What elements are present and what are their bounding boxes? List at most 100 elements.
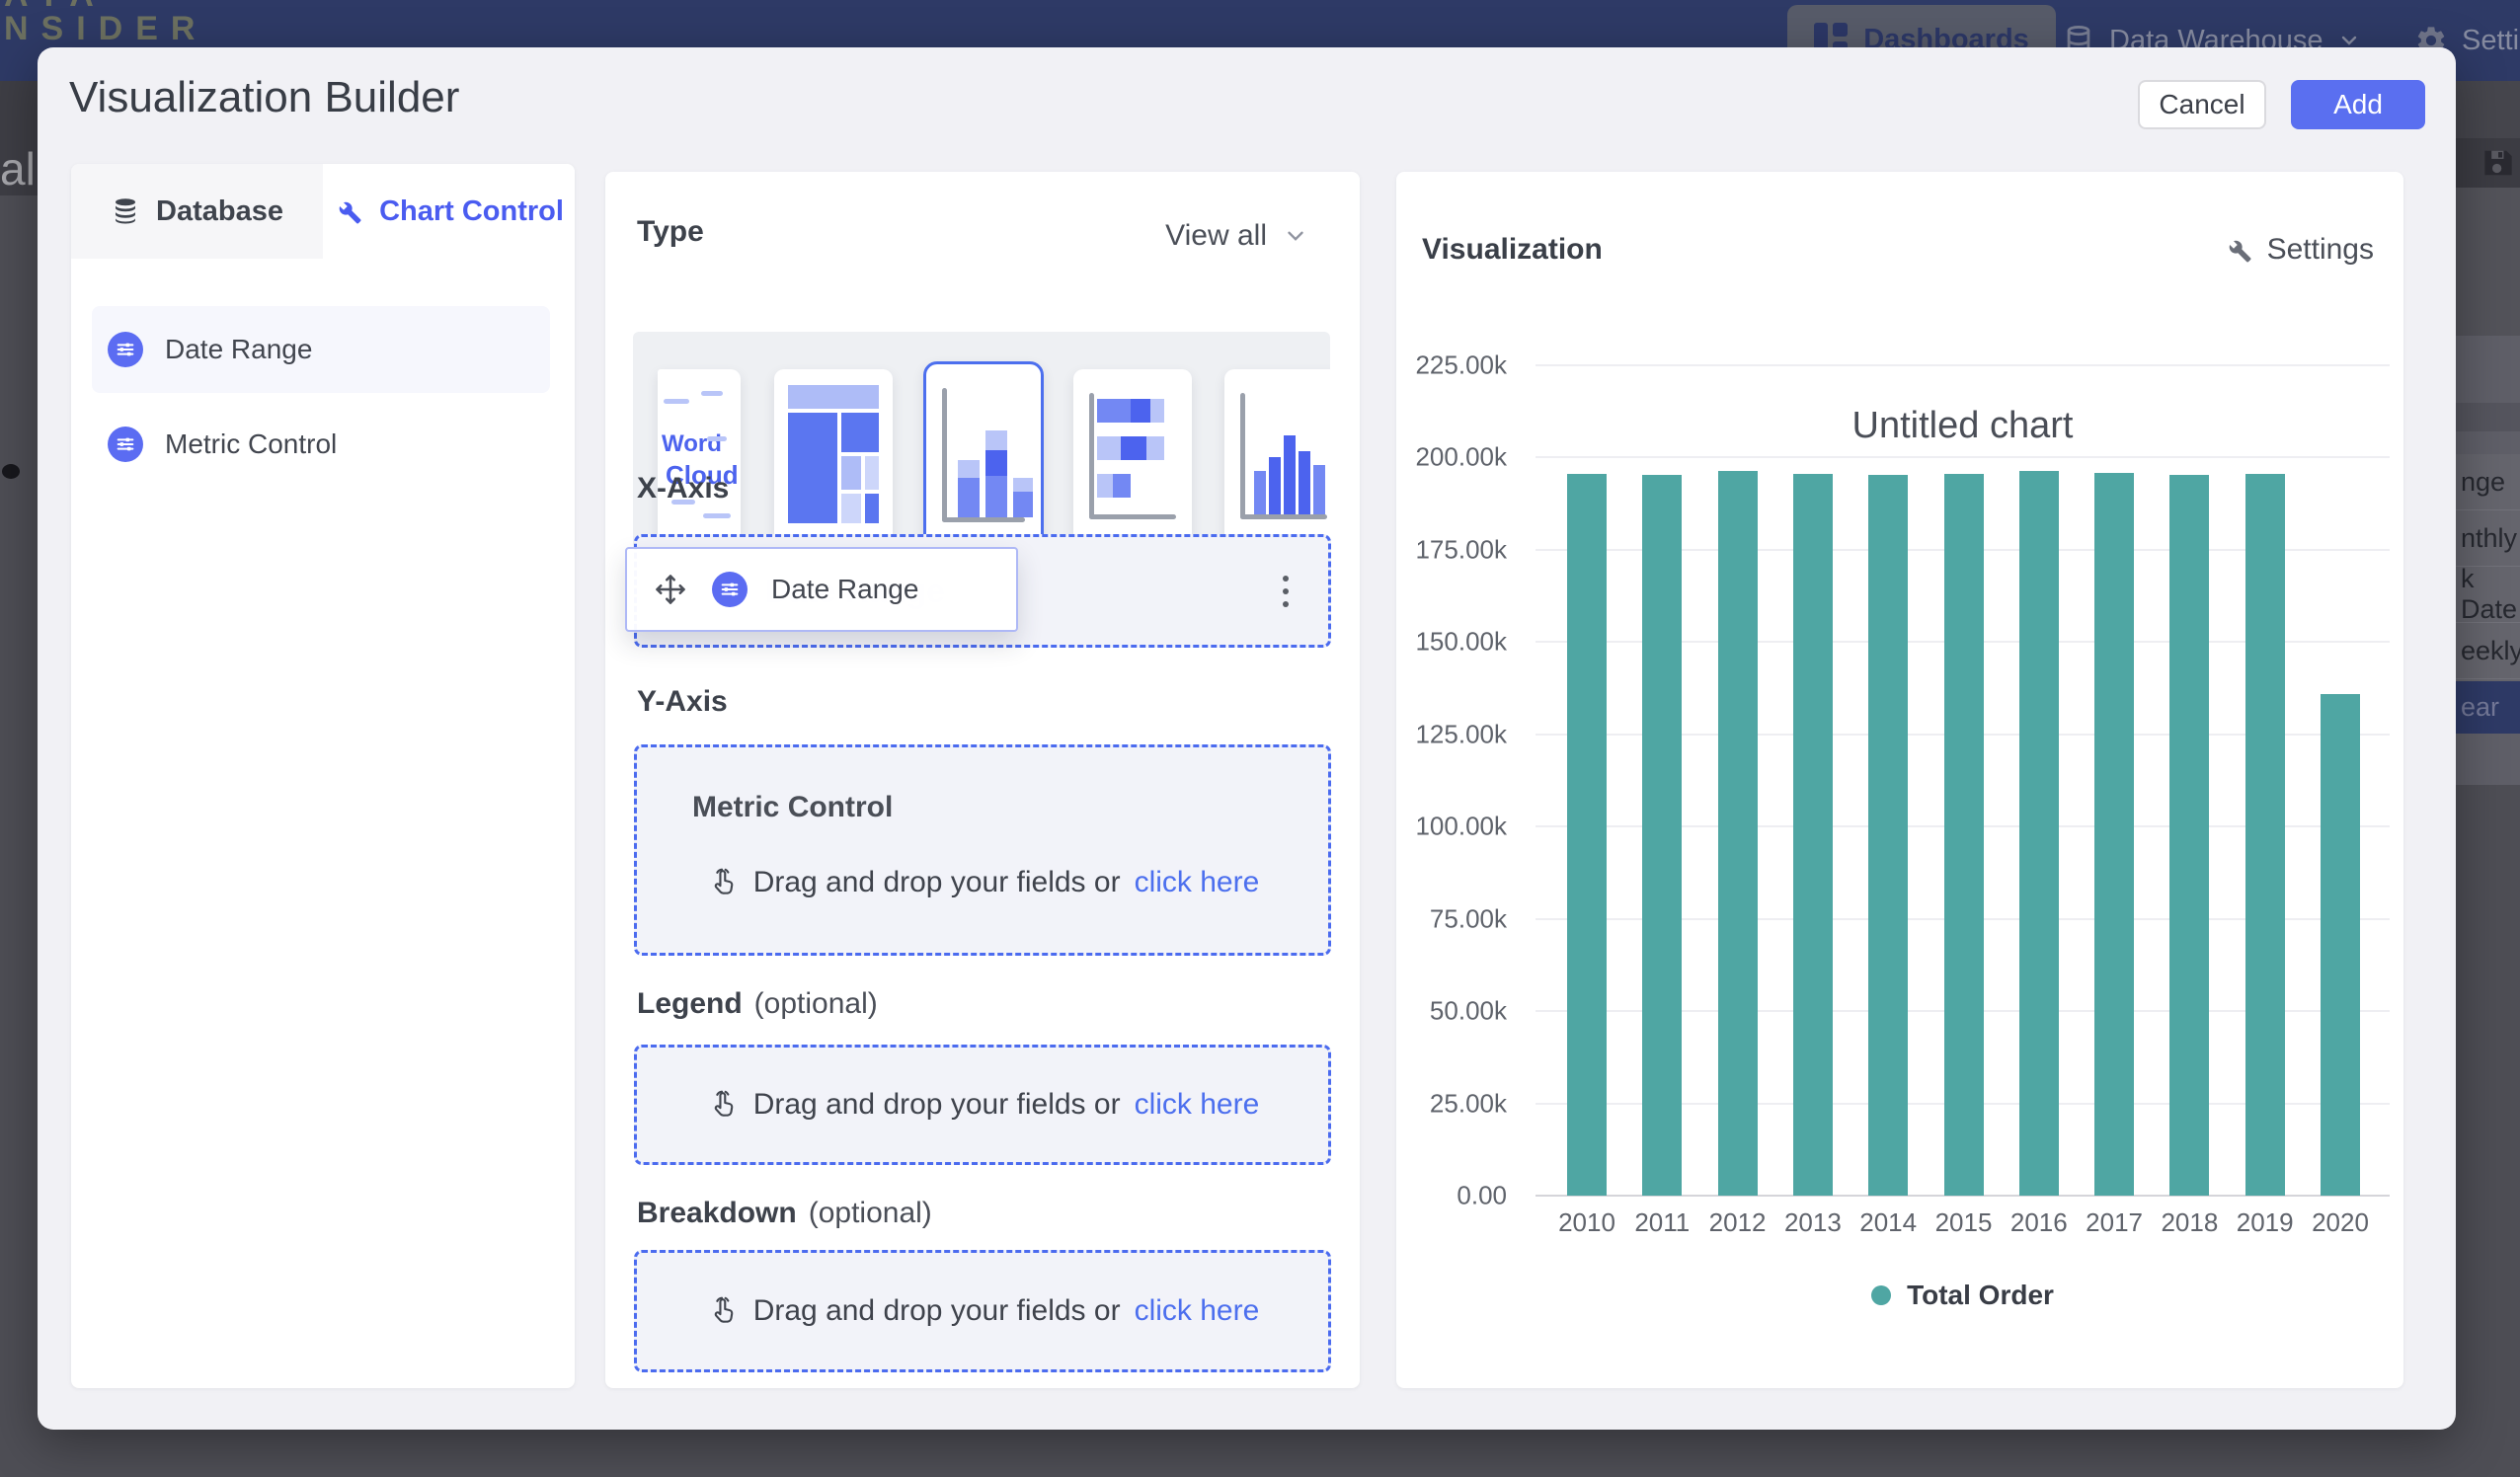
visualization-header: Visualization xyxy=(1422,233,1603,267)
modal-title: Visualization Builder xyxy=(69,73,459,122)
app-logo: ATA NSIDER xyxy=(4,0,207,45)
tab-chart-control[interactable]: Chart Control xyxy=(323,164,575,259)
add-button[interactable]: Add xyxy=(2291,80,2425,129)
cancel-button[interactable]: Cancel xyxy=(2138,80,2266,129)
visualization-panel: Visualization Settings Untitled chart 22… xyxy=(1396,172,2403,1388)
click-here-link[interactable]: click here xyxy=(1135,1294,1260,1328)
drop-text: Drag and drop your fields or xyxy=(753,1294,1121,1328)
chart-type-stacked-column-selected[interactable] xyxy=(923,361,1044,549)
y-tick-label: 50.00k xyxy=(1430,996,1507,1027)
y-axis-labels: 225.00k200.00k175.00k150.00k125.00k100.0… xyxy=(1396,365,1521,1196)
background-text-fragment: al xyxy=(0,142,36,195)
gridline xyxy=(1536,456,2390,458)
drop-text: Drag and drop your fields or xyxy=(753,1088,1121,1122)
menu-item-fragment[interactable]: k Date xyxy=(2456,567,2520,623)
breakdown-label-text: Breakdown xyxy=(637,1197,797,1229)
x-axis-labels: 2010201120122013201420152016201720182019… xyxy=(1536,1207,2390,1247)
field-item-metric-control[interactable]: Metric Control xyxy=(92,405,550,484)
x-tick-label: 2012 xyxy=(1709,1207,1767,1238)
chart-type-stacked-bar[interactable] xyxy=(1073,369,1192,543)
x-tick-label: 2018 xyxy=(2161,1207,2218,1238)
y-tick-label: 0.00 xyxy=(1457,1181,1507,1211)
click-here-link[interactable]: click here xyxy=(1135,866,1260,899)
x-tick-label: 2020 xyxy=(2312,1207,2369,1238)
x-tick-label: 2016 xyxy=(2010,1207,2068,1238)
bar-2010 xyxy=(1567,474,1607,1196)
view-all-label: View all xyxy=(1165,219,1267,253)
menu-item-fragment[interactable]: nthly xyxy=(2456,510,2520,567)
tab-database[interactable]: Database xyxy=(71,164,323,259)
x-axis-field-chip[interactable]: Date Range xyxy=(625,547,1018,632)
bar-2017 xyxy=(2094,473,2134,1196)
y-axis-section-label: Y-Axis xyxy=(637,685,728,719)
click-here-link[interactable]: click here xyxy=(1135,1088,1260,1122)
background-right-strip: nge nthly k Date eekly ear xyxy=(2456,81,2520,1477)
fields-panel: Database Chart Control Date Range Metric… xyxy=(71,164,575,1388)
save-icon xyxy=(2481,148,2515,178)
visualization-settings-button[interactable]: Settings xyxy=(2224,233,2374,267)
tools-icon xyxy=(334,196,363,226)
y-axis-zone-title: Metric Control xyxy=(692,791,893,824)
y-tick-label: 75.00k xyxy=(1430,903,1507,934)
legend-optional-text: (optional) xyxy=(754,987,878,1020)
breakdown-optional-text: (optional) xyxy=(809,1197,932,1229)
chart-type-word-cloud[interactable]: Word Cloud xyxy=(658,369,741,543)
view-all-dropdown[interactable]: View all xyxy=(1165,219,1308,253)
bar-2012 xyxy=(1718,471,1758,1196)
bar-2018 xyxy=(2169,475,2209,1196)
type-section-label: Type xyxy=(637,215,704,249)
y-tick-label: 200.00k xyxy=(1415,442,1507,473)
sliders-icon xyxy=(108,427,143,462)
sliders-icon xyxy=(108,332,143,367)
tools-icon xyxy=(2224,235,2253,265)
visualization-settings-label: Settings xyxy=(2267,233,2374,267)
chart-type-treemap[interactable] xyxy=(774,369,893,543)
x-tick-label: 2010 xyxy=(1558,1207,1615,1238)
visualization-builder-modal: Visualization Builder Cancel Add Databas… xyxy=(38,47,2456,1430)
bar-2019 xyxy=(2245,474,2285,1196)
x-axis-drop-zone[interactable]: Date Range Date Range xyxy=(634,534,1331,648)
x-axis-section-label: X-Axis xyxy=(637,472,729,505)
hand-click-icon xyxy=(706,866,740,899)
drop-text: Drag and drop your fields or xyxy=(753,866,1121,899)
nav-settings-label: Settin xyxy=(2462,25,2520,57)
sliders-icon xyxy=(712,572,748,607)
legend-drop-zone[interactable]: Drag and drop your fields or click here xyxy=(634,1045,1331,1165)
breakdown-drop-zone[interactable]: Drag and drop your fields or click here xyxy=(634,1250,1331,1372)
chevron-down-icon xyxy=(1283,223,1308,249)
logo-line-2: NSIDER xyxy=(4,12,207,45)
word-cloud-word: Word xyxy=(662,430,722,458)
x-tick-label: 2014 xyxy=(1859,1207,1917,1238)
bar-2014 xyxy=(1868,475,1908,1196)
legend-section-label: Legend(optional) xyxy=(637,987,878,1021)
database-icon xyxy=(111,196,140,226)
x-tick-label: 2017 xyxy=(2086,1207,2143,1238)
field-item-label: Date Range xyxy=(165,334,312,365)
bar-2013 xyxy=(1793,474,1833,1196)
bar-2015 xyxy=(1944,474,1984,1196)
y-tick-label: 25.00k xyxy=(1430,1088,1507,1119)
hand-click-icon xyxy=(706,1294,740,1328)
bar-2020 xyxy=(2321,694,2360,1196)
fields-panel-tabs: Database Chart Control xyxy=(71,164,575,259)
x-tick-label: 2013 xyxy=(1784,1207,1842,1238)
field-item-label: Metric Control xyxy=(165,428,337,460)
move-icon xyxy=(653,572,688,607)
legend-swatch-total-order xyxy=(1871,1285,1891,1305)
tab-chart-control-label: Chart Control xyxy=(379,195,564,228)
chart-type-column[interactable] xyxy=(1224,369,1330,543)
chart-plot xyxy=(1536,365,2390,1196)
x-axis-field-menu-button[interactable] xyxy=(1283,537,1289,645)
x-tick-label: 2011 xyxy=(1634,1207,1690,1238)
menu-item-selected[interactable]: ear xyxy=(2456,681,2520,734)
y-axis-drop-zone[interactable]: Metric Control Drag and drop your fields… xyxy=(634,744,1331,956)
x-axis-field-label: Date Range xyxy=(771,574,918,605)
field-item-date-range[interactable]: Date Range xyxy=(92,306,550,393)
breakdown-section-label: Breakdown (optional) xyxy=(637,1197,932,1230)
chart-legend[interactable]: Total Order xyxy=(1536,1280,2390,1311)
x-tick-label: 2015 xyxy=(1935,1207,1993,1238)
menu-item-fragment[interactable]: eekly xyxy=(2456,623,2520,679)
background-dropdown-menu: nge nthly k Date eekly xyxy=(2456,454,2520,681)
menu-item-fragment[interactable]: nge xyxy=(2456,454,2520,510)
bar-2011 xyxy=(1642,475,1682,1196)
